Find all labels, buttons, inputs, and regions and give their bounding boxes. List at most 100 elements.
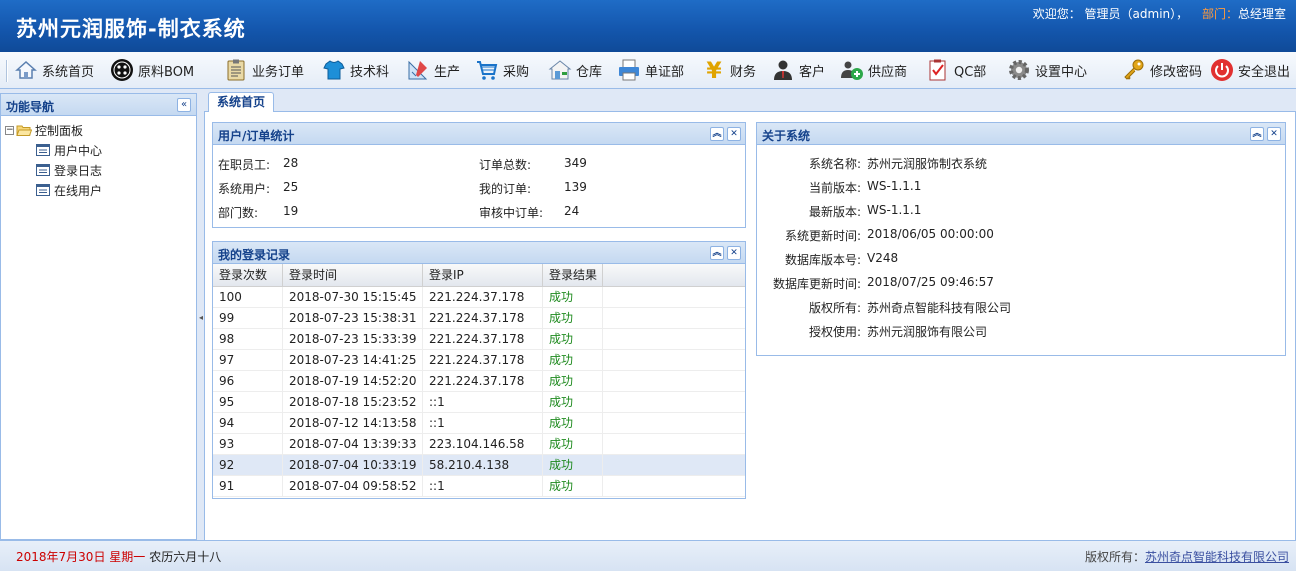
table-row[interactable]: 93 2018-07-04 13:39:33 223.104.146.58 成功 xyxy=(213,434,745,455)
toolbar-bom-label: 原料BOM xyxy=(138,64,195,80)
toolbar-home-button[interactable]: 系统首页 xyxy=(14,56,94,84)
gear-icon xyxy=(1007,58,1031,82)
table-row[interactable]: 100 2018-07-30 15:15:45 221.224.37.178 成功 xyxy=(213,287,745,308)
cell-count: 99 xyxy=(213,308,283,329)
cell-time: 2018-07-04 09:58:52 xyxy=(283,476,423,497)
toolbar-separator xyxy=(6,60,8,82)
table-row[interactable]: 97 2018-07-23 14:41:25 221.224.37.178 成功 xyxy=(213,350,745,371)
column-header-ip[interactable]: 登录IP xyxy=(423,264,543,287)
copyright-label: 版权所有： xyxy=(1084,550,1145,564)
cell-time: 2018-07-23 14:41:25 xyxy=(283,350,423,371)
tree-node-label: 控制面板 xyxy=(35,123,84,138)
clipboard-icon xyxy=(224,58,248,82)
printer-icon xyxy=(617,58,641,82)
stat-value: 139 xyxy=(564,180,587,194)
stats-panel-title: 用户/订单统计 xyxy=(218,129,295,143)
stat-value: 349 xyxy=(564,156,587,170)
about-row: 最新版本: WS-1.1.1 xyxy=(757,203,1285,223)
column-header-count[interactable]: 登录次数 xyxy=(213,264,283,287)
toolbar-change-password-button[interactable]: 修改密码 xyxy=(1122,56,1202,84)
about-label: 系统更新时间: xyxy=(784,229,861,243)
about-row: 系统名称: 苏州元润服饰制衣系统 xyxy=(757,155,1285,175)
main-area: 系统首页 用户/订单统计 ︽ ✕ 在职员工: 28 系统用户: 25 部门数: 19 … xyxy=(204,89,1296,540)
nav-tree: − 控制面板 用户中心 登录日志 在线用户 xyxy=(1,116,196,204)
list-window-icon xyxy=(35,163,51,177)
tab-home[interactable]: 系统首页 xyxy=(208,92,275,113)
toolbar-customer-button[interactable]: 客户 xyxy=(771,56,825,84)
welcome-prefix: 欢迎您： xyxy=(1032,7,1081,21)
column-header-time[interactable]: 登录时间 xyxy=(283,264,423,287)
tab-content: 用户/订单统计 ︽ ✕ 在职员工: 28 系统用户: 25 部门数: 19 订单总数:… xyxy=(204,112,1296,540)
table-row[interactable]: 92 2018-07-04 10:33:19 58.210.4.138 成功 xyxy=(213,455,745,476)
table-row[interactable]: 96 2018-07-19 14:52:20 221.224.37.178 成功 xyxy=(213,371,745,392)
bom-icon xyxy=(110,58,134,82)
panel-close-icon[interactable]: ✕ xyxy=(1267,127,1281,141)
toolbar-production-button[interactable]: 生产 xyxy=(406,56,460,84)
toolbar-settings-button[interactable]: 设置中心 xyxy=(1007,56,1087,84)
panel-collapse-icon[interactable]: ︽ xyxy=(1250,127,1264,141)
table-row[interactable]: 94 2018-07-12 14:13:58::1 成功 xyxy=(213,413,745,434)
cell-result: 成功 xyxy=(543,350,603,371)
cell-result: 成功 xyxy=(543,455,603,476)
panel-collapse-icon[interactable]: ︽ xyxy=(710,127,724,141)
toolbar-orders-label: 业务订单 xyxy=(252,64,305,80)
cell-ip: 223.104.146.58 xyxy=(423,434,543,455)
cell-ip: 221.224.37.178 xyxy=(423,371,543,392)
toolbar-supplier-button[interactable]: 供应商 xyxy=(840,56,907,84)
toolbar-orders-button[interactable]: 业务订单 xyxy=(224,56,304,84)
toolbar-bom-button[interactable]: 原料BOM xyxy=(110,56,194,84)
stat-label: 系统用户: xyxy=(218,182,271,196)
about-value: 2018/06/05 00:00:00 xyxy=(867,227,994,241)
table-row[interactable]: 98 2018-07-23 15:33:39 221.224.37.178 成功 xyxy=(213,329,745,350)
collapse-arrow-icon[interactable]: ◂ xyxy=(199,313,203,322)
cell-result: 成功 xyxy=(543,308,603,329)
table-row[interactable]: 99 2018-07-23 15:38:31 221.224.37.178 成功 xyxy=(213,308,745,329)
toolbar-production-label: 生产 xyxy=(434,64,461,80)
folder-open-icon xyxy=(16,123,32,137)
key-icon xyxy=(1122,58,1146,82)
about-row: 授权使用: 苏州元润服饰有限公司 xyxy=(757,323,1285,343)
toolbar-tech-button[interactable]: 技术科 xyxy=(322,56,389,84)
app-title: 苏州元润服饰-制衣系统 xyxy=(16,17,246,41)
toolbar-logout-button[interactable]: 安全退出 xyxy=(1210,56,1290,84)
grid-body: 100 2018-07-30 15:15:45 221.224.37.178 成功 99… xyxy=(213,287,745,497)
cell-time: 2018-07-30 15:15:45 xyxy=(283,287,423,308)
cart-icon xyxy=(475,58,499,82)
cell-ip: 58.210.4.138 xyxy=(423,455,543,476)
login-grid: 登录次数 登录时间 登录IP 登录结果 100 2018-07-30 15:15:… xyxy=(213,264,745,497)
toolbar-warehouse-button[interactable]: 仓库 xyxy=(548,56,602,84)
about-row: 版权所有: 苏州奇点智能科技有限公司 xyxy=(757,299,1285,319)
table-row[interactable]: 91 2018-07-04 09:58:52::1 成功 xyxy=(213,476,745,497)
cell-count: 98 xyxy=(213,329,283,350)
tree-node-control-panel[interactable]: − 控制面板 xyxy=(5,120,192,140)
toolbar-logout-label: 安全退出 xyxy=(1238,64,1291,80)
panel-collapse-icon[interactable]: ︽ xyxy=(710,246,724,260)
sidebar-item-online-users[interactable]: 在线用户 xyxy=(5,180,192,200)
toolbar-qc-label: QC部 xyxy=(954,64,987,80)
yen-icon: ¥ xyxy=(702,58,726,82)
cell-result: 成功 xyxy=(543,392,603,413)
column-header-result[interactable]: 登录结果 xyxy=(543,264,603,287)
panel-close-icon[interactable]: ✕ xyxy=(727,246,741,260)
copyright-link[interactable]: 苏州奇点智能科技有限公司 xyxy=(1145,550,1289,564)
about-value: 2018/07/25 09:46:57 xyxy=(867,275,994,289)
home-icon xyxy=(14,58,38,82)
sidebar-item-user-center[interactable]: 用户中心 xyxy=(5,140,192,160)
about-value: WS-1.1.1 xyxy=(867,203,922,217)
sidebar-item-login-log[interactable]: 登录日志 xyxy=(5,160,192,180)
table-row[interactable]: 95 2018-07-18 15:23:52::1 成功 xyxy=(213,392,745,413)
toolbar-qc-button[interactable]: QC部 xyxy=(926,56,986,84)
stat-label: 部门数: xyxy=(218,206,259,220)
stat-pending-orders: 审核中订单: 24 xyxy=(479,204,579,221)
about-label: 系统名称: xyxy=(808,157,861,171)
tree-expander-icon[interactable]: − xyxy=(5,125,14,135)
panel-close-icon[interactable]: ✕ xyxy=(727,127,741,141)
stats-panel-header: 用户/订单统计 ︽ ✕ xyxy=(213,123,745,145)
toolbar-documents-button[interactable]: 单证部 xyxy=(617,56,684,84)
toolbar-purchase-button[interactable]: 采购 xyxy=(475,56,529,84)
shirt-icon xyxy=(322,58,346,82)
welcome-info: 欢迎您： 管理员（admin）， 部门：总经理室 xyxy=(1033,5,1286,22)
toolbar-finance-button[interactable]: ¥ 财务 xyxy=(702,56,756,84)
stat-value: 25 xyxy=(283,180,299,194)
sidebar-collapse-button[interactable]: « xyxy=(177,98,191,112)
